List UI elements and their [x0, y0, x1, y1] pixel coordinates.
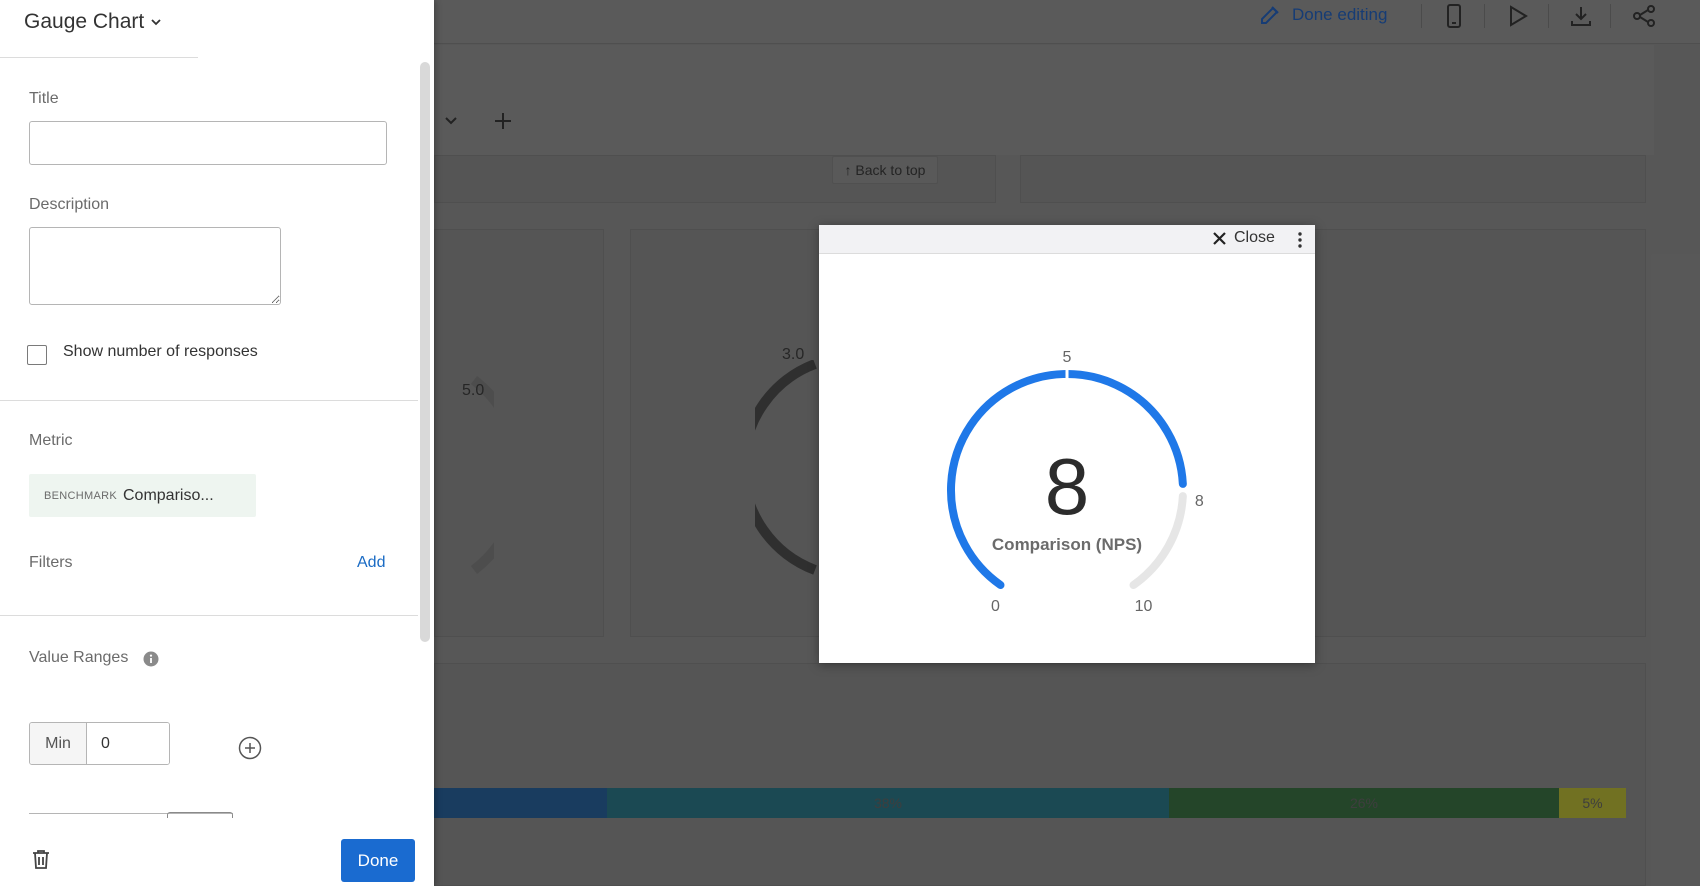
background-gauge-arc — [755, 360, 817, 575]
mobile-icon[interactable] — [1440, 3, 1468, 29]
add-range-icon[interactable] — [238, 736, 262, 760]
toolbar-divider — [1421, 4, 1422, 28]
more-options-icon[interactable] — [1295, 231, 1305, 249]
gauge-tick-label: 8 — [1195, 493, 1204, 510]
description-field-label: Description — [29, 196, 110, 213]
section-divider — [0, 615, 418, 616]
widget-preview-modal: Close 8 Comparison (NPS) 5 8 0 10 — [819, 225, 1315, 663]
close-label: Close — [1234, 229, 1275, 246]
panel-scrollbar[interactable] — [420, 62, 430, 642]
background-tick-label: 5.0 — [462, 382, 485, 399]
title-underline — [0, 57, 198, 58]
info-icon[interactable] — [143, 651, 159, 667]
breakdown-bar-segment: 26% — [1169, 788, 1559, 818]
editor-panel: Gauge Chart Title Description Show numbe… — [0, 0, 434, 886]
toolbar-divider — [1484, 4, 1485, 28]
widget-card — [1020, 155, 1646, 203]
metric-chip[interactable]: BENCHMARK Compariso... — [29, 474, 256, 517]
back-to-top-button[interactable]: ↑ Back to top — [832, 156, 938, 184]
gauge-chart: 8 Comparison (NPS) 5 8 0 10 — [947, 349, 1204, 615]
gauge-tick-label: 0 — [991, 598, 1000, 615]
toolbar-divider — [1610, 4, 1611, 28]
share-icon[interactable] — [1630, 3, 1658, 29]
edit-icon — [1261, 6, 1279, 24]
gauge-value: 8 — [1045, 442, 1090, 531]
done-button[interactable]: Done — [341, 839, 415, 882]
show-responses-checkbox[interactable] — [27, 345, 47, 365]
breakdown-bar-segment — [434, 788, 607, 818]
min-label: Min — [30, 723, 87, 764]
download-icon[interactable] — [1567, 3, 1595, 29]
chevron-down-icon[interactable] — [444, 114, 458, 128]
show-responses-label: Show number of responses — [63, 343, 258, 360]
done-editing-button[interactable]: Done editing — [1258, 0, 1387, 30]
title-field-label: Title — [29, 90, 59, 107]
widget-type-dropdown[interactable]: Gauge Chart — [24, 10, 162, 34]
section-divider — [0, 400, 418, 401]
add-filter-link[interactable]: Add — [357, 554, 385, 572]
page-toolbar — [434, 45, 1654, 155]
chevron-down-icon — [151, 19, 161, 26]
play-icon[interactable] — [1504, 3, 1532, 29]
description-input[interactable] — [29, 227, 281, 305]
min-range-field: Min — [29, 722, 170, 765]
trash-icon[interactable] — [30, 848, 52, 870]
metric-tag: BENCHMARK — [44, 489, 117, 502]
min-input[interactable] — [87, 723, 169, 764]
title-input[interactable] — [29, 121, 387, 165]
done-editing-label: Done editing — [1292, 5, 1388, 24]
metric-name: Compariso... — [123, 486, 214, 504]
widget-type-label: Gauge Chart — [24, 10, 145, 33]
gauge-tick-label: 5 — [1063, 349, 1072, 366]
metric-label: Metric — [29, 432, 73, 449]
breakdown-bar-segment: 5% — [1559, 788, 1626, 818]
close-button[interactable]: Close — [1213, 229, 1275, 247]
modal-header: Close — [819, 225, 1315, 254]
gauge-tick-label: 10 — [1135, 598, 1153, 615]
breakdown-widget-card — [434, 663, 1646, 886]
close-icon — [1213, 231, 1226, 245]
breakdown-bar-segment: 38% — [607, 788, 1169, 818]
add-page-icon[interactable] — [493, 111, 513, 131]
toolbar-divider — [1548, 4, 1549, 28]
filters-label: Filters — [29, 554, 73, 571]
value-ranges-label: Value Ranges — [29, 649, 129, 666]
gauge-caption: Comparison (NPS) — [992, 535, 1142, 554]
